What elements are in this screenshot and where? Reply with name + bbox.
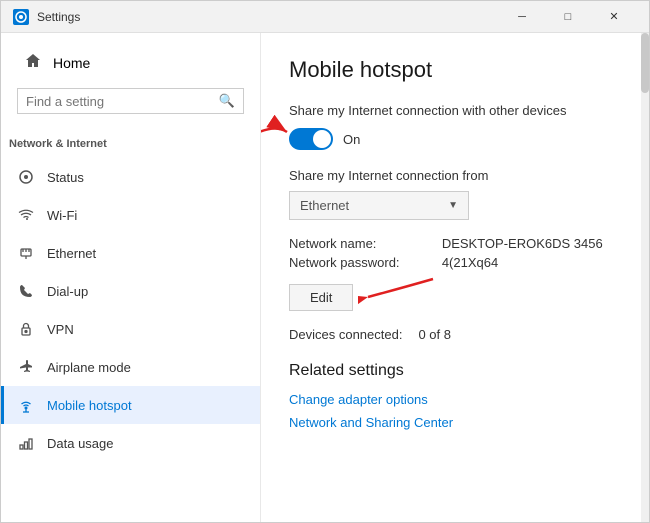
devices-connected-value: 0 of 8 [418,327,451,342]
sidebar-item-ethernet[interactable]: Ethernet [1,234,260,272]
sidebar-top: Home 🔍 [1,33,260,134]
sidebar-item-status[interactable]: Status [1,158,260,196]
sidebar-item-airplane-label: Airplane mode [47,360,131,375]
toggle-label: On [343,132,360,147]
devices-row: Devices connected: 0 of 8 [289,327,621,342]
edit-btn-container: Edit [289,284,353,311]
search-box[interactable]: 🔍 [17,88,244,114]
network-sharing-link[interactable]: Network and Sharing Center [289,415,621,430]
network-password-value: 4(21Xq64 [442,255,621,270]
scrollbar-thumb[interactable] [641,33,649,93]
sidebar-item-wifi-label: Wi-Fi [47,208,77,223]
dropdown-arrow-icon: ▼ [448,200,458,211]
search-input[interactable] [26,94,219,109]
search-icon: 🔍 [219,93,235,109]
window-title: Settings [37,10,499,24]
sidebar: Home 🔍 Network & Internet Status [1,33,261,522]
ethernet-icon [17,244,35,262]
content-area: Mobile hotspot Share my Internet connect… [261,33,649,522]
sidebar-item-status-label: Status [47,170,84,185]
network-name-value: DESKTOP-EROK6DS 3456 [442,236,621,251]
app-icon [13,9,29,25]
hotspot-icon [17,396,35,414]
sidebar-item-home[interactable]: Home [17,45,244,80]
sidebar-item-ethernet-label: Ethernet [47,246,96,261]
maximize-button[interactable]: □ [545,1,591,33]
share-label: Share my Internet connection with other … [289,103,621,118]
dropdown-value: Ethernet [300,198,349,213]
sidebar-item-hotspot[interactable]: Mobile hotspot [1,386,260,424]
sidebar-item-hotspot-label: Mobile hotspot [47,398,132,413]
toggle-container: On [289,128,621,150]
datausage-icon [17,434,35,452]
sidebar-item-dialup-label: Dial-up [47,284,88,299]
edit-arrow [358,269,438,319]
dialup-icon [17,282,35,300]
settings-window: Settings ─ □ ✕ Home [0,0,650,523]
sidebar-item-airplane[interactable]: Airplane mode [1,348,260,386]
home-label: Home [53,55,90,71]
sidebar-item-wifi[interactable]: Wi-Fi [1,196,260,234]
sidebar-item-dialup[interactable]: Dial-up [1,272,260,310]
status-icon [17,168,35,186]
vpn-icon [17,320,35,338]
home-icon [25,53,41,72]
airplane-icon [17,358,35,376]
sidebar-item-vpn[interactable]: VPN [1,310,260,348]
close-button[interactable]: ✕ [591,1,637,33]
wifi-icon [17,206,35,224]
share-from-label: Share my Internet connection from [289,168,621,183]
page-title: Mobile hotspot [289,57,621,83]
network-name-key: Network name: [289,236,418,251]
network-info: Network name: DESKTOP-EROK6DS 3456 Netwo… [289,236,621,270]
scrollbar-track[interactable] [641,33,649,522]
sidebar-item-datausage-label: Data usage [47,436,114,451]
change-adapter-link[interactable]: Change adapter options [289,392,621,407]
sidebar-item-datausage[interactable]: Data usage [1,424,260,462]
minimize-button[interactable]: ─ [499,1,545,33]
sidebar-item-vpn-label: VPN [47,322,74,337]
main-layout: Home 🔍 Network & Internet Status [1,33,649,522]
network-password-key: Network password: [289,255,418,270]
window-controls: ─ □ ✕ [499,1,637,33]
title-bar: Settings ─ □ ✕ [1,1,649,33]
sidebar-section-title: Network & Internet [1,134,260,158]
devices-connected-label: Devices connected: [289,327,402,342]
related-settings-title: Related settings [289,362,621,380]
edit-button[interactable]: Edit [289,284,353,311]
toggle-switch[interactable] [289,128,333,150]
connection-dropdown[interactable]: Ethernet ▼ [289,191,469,220]
